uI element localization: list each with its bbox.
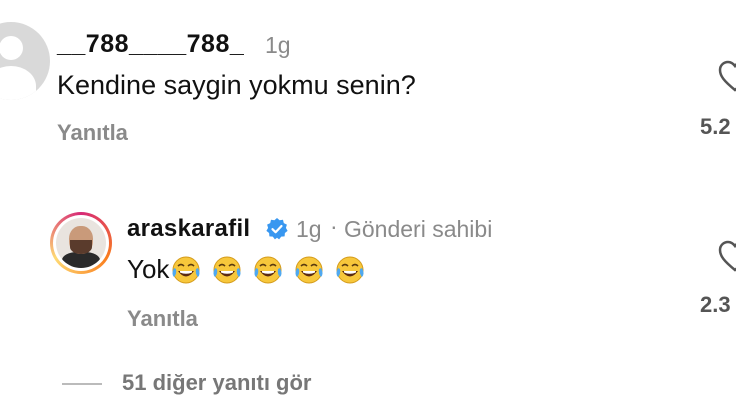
comment-text: Yok — [127, 254, 170, 284]
comment-text: Kendine saygin yokmu senin? — [57, 70, 416, 100]
avatar-shoulders-shape — [0, 66, 36, 100]
reply-button[interactable]: Yanıtla — [127, 306, 198, 332]
comment-username[interactable]: __788____788_ — [57, 30, 244, 59]
like-count: 5.2 — [700, 114, 731, 139]
avatar-body-shape — [62, 252, 100, 268]
comment-username[interactable]: araskarafil — [127, 215, 250, 243]
separator-dot: · — [330, 213, 338, 239]
avatar-beard-shape — [70, 240, 92, 254]
like-count: 2.3 — [700, 292, 731, 317]
heart-icon[interactable] — [718, 60, 736, 94]
replies-divider — [62, 383, 102, 385]
avatar-head-shape — [0, 36, 23, 60]
crying-laughing-icon — [172, 256, 200, 283]
crying-laughing-icon — [254, 256, 282, 283]
avatar[interactable] — [50, 212, 112, 274]
comment-timestamp: 1g — [296, 216, 322, 242]
crying-laughing-icon — [295, 256, 323, 283]
verified-badge-icon — [266, 218, 288, 240]
heart-icon[interactable] — [718, 240, 736, 274]
view-replies-button[interactable]: 51 diğer yanıtı gör — [122, 370, 312, 396]
crying-laughing-icon — [336, 256, 364, 283]
reply-button[interactable]: Yanıtla — [57, 120, 128, 146]
comment-timestamp: 1g — [265, 32, 291, 58]
avatar[interactable] — [0, 22, 50, 100]
comment-text-row: Yok — [127, 254, 365, 285]
post-author-label: Gönderi sahibi — [344, 216, 493, 242]
crying-laughing-icon — [213, 256, 241, 283]
avatar-ring-inner — [53, 215, 109, 271]
avatar-photo — [56, 218, 106, 268]
